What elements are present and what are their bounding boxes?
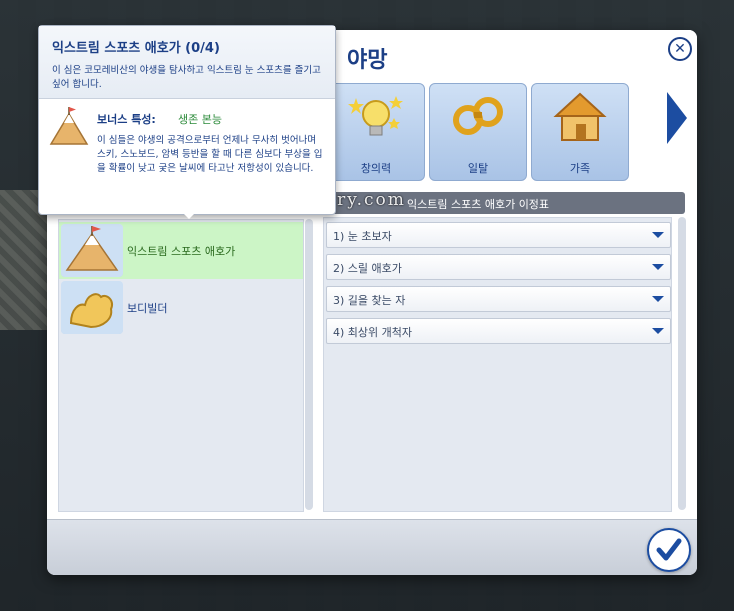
milestone-list: 1) 눈 초보자 2) 스릴 애호가 3) 길을 찾는 자 4) 최상위 개척자 [323, 217, 672, 512]
milestone-row[interactable]: 3) 길을 찾는 자 [326, 286, 671, 312]
bonus-trait-label: 보너스 특성: [97, 113, 156, 126]
category-label: 가족 [569, 162, 591, 175]
category-label: 일탈 [467, 162, 489, 175]
handcuffs-icon [453, 97, 503, 135]
milestone-label: 4) 최상위 개척자 [333, 326, 413, 339]
next-arrow-icon[interactable] [667, 92, 687, 144]
mountain-icon [49, 107, 89, 145]
chevron-down-icon [652, 264, 664, 270]
tooltip-header: 익스트림 스포츠 애호가 (0/4) 이 심은 코모레비산의 야생을 탐사하고 … [39, 26, 335, 99]
category-card-deviance[interactable]: 일탈 [429, 83, 527, 181]
trait-label: 익스트림 스포츠 애호가 [127, 245, 236, 258]
mountain-icon [61, 224, 123, 277]
chevron-down-icon [652, 296, 664, 302]
confirm-button[interactable] [647, 528, 691, 572]
bicep-icon [61, 281, 123, 334]
milestone-label: 1) 눈 초보자 [333, 230, 392, 243]
close-icon: ✕ [674, 41, 686, 57]
bonus-trait-name: 생존 본능 [178, 113, 222, 126]
tooltip-pointer [182, 212, 196, 219]
category-card-family[interactable]: 가족 [531, 83, 629, 181]
trait-list-scrollbar[interactable] [305, 219, 313, 510]
bonus-trait-description: 이 심들은 야생의 공격으로부터 언제나 무사히 벗어나며 스키, 스노보드, … [97, 135, 323, 174]
milestone-row[interactable]: 2) 스릴 애호가 [326, 254, 671, 280]
trait-list: 익스트림 스포츠 애호가 보디빌더 [58, 219, 304, 512]
close-button[interactable]: ✕ [668, 37, 692, 61]
tooltip-title: 익스트림 스포츠 애호가 (0/4) [52, 41, 220, 56]
chevron-down-icon [652, 328, 664, 334]
milestone-label: 3) 길을 찾는 자 [333, 294, 406, 307]
dialog-footer [47, 519, 697, 575]
trait-item-bodybuilder[interactable]: 보디빌더 [59, 279, 303, 336]
category-card-creativity[interactable]: 창의력 [327, 83, 425, 181]
trait-item-extreme-sports[interactable]: 익스트림 스포츠 애호가 [59, 222, 303, 279]
tooltip-description: 이 심은 코모레비산의 야생을 탐사하고 익스트림 눈 스포츠를 즐기고 싶어 … [52, 65, 321, 90]
milestone-row[interactable]: 1) 눈 초보자 [326, 222, 671, 248]
checkmark-icon [656, 538, 682, 561]
category-label: 창의력 [360, 162, 392, 175]
trait-label: 보디빌더 [127, 302, 168, 315]
milestone-header-label: 익스트림 스포츠 애호가 이정표 [407, 198, 550, 211]
milestone-row[interactable]: 4) 최상위 개척자 [326, 318, 671, 344]
milestone-list-scrollbar[interactable] [678, 217, 686, 510]
trait-tooltip: 익스트림 스포츠 애호가 (0/4) 이 심은 코모레비산의 야생을 탐사하고 … [38, 25, 336, 219]
dialog-title: 야망 [347, 48, 388, 73]
milestone-label: 2) 스릴 애호가 [333, 262, 402, 275]
lightbulb-icon [348, 96, 403, 136]
chevron-down-icon [652, 232, 664, 238]
house-icon [553, 92, 607, 141]
